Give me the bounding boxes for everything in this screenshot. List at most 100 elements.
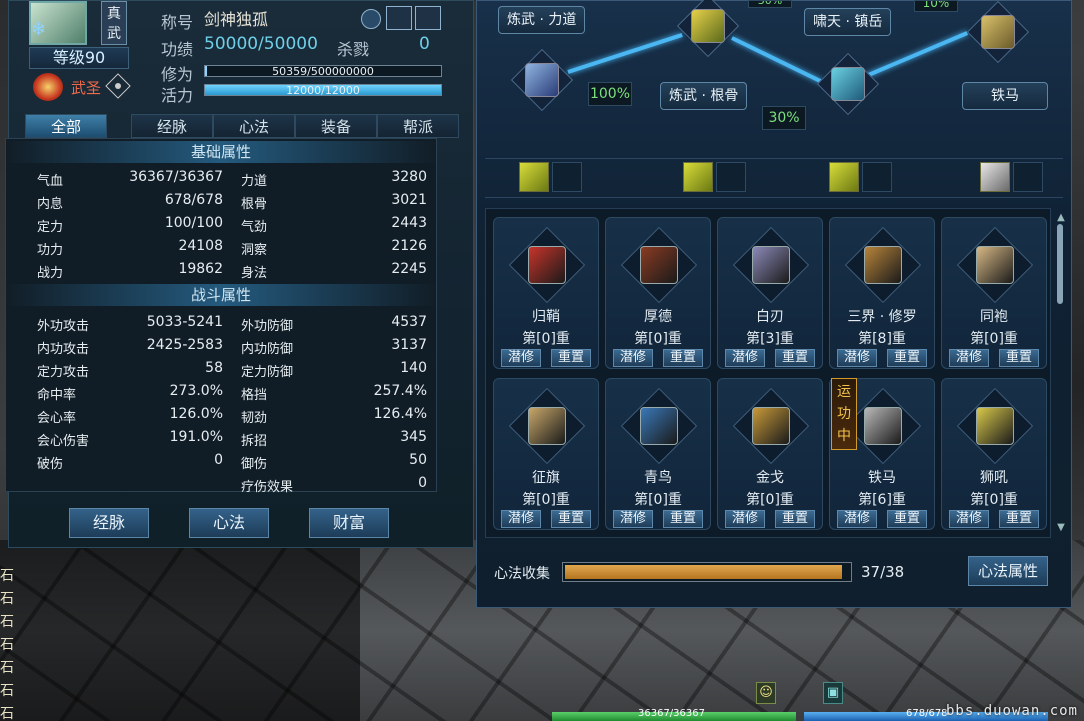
deep-cultivate-button[interactable]: 潜修 — [613, 349, 653, 367]
book-icon — [831, 67, 865, 101]
attr-value: 5033-5241 — [146, 314, 223, 330]
barcode-icon[interactable] — [386, 6, 412, 30]
attr-label: 战力 — [37, 266, 64, 281]
mental-skill-card[interactable]: 金戈 第[0]重 潜修 重置 — [717, 378, 823, 530]
deep-cultivate-button[interactable]: 潜修 — [949, 349, 989, 367]
reset-button[interactable]: 重置 — [663, 510, 703, 528]
wealth-button[interactable]: 财富 — [309, 508, 389, 538]
reset-button[interactable]: 重置 — [999, 510, 1039, 528]
reset-button[interactable]: 重置 — [551, 510, 591, 528]
tab-meridians[interactable]: 经脉 — [131, 114, 213, 138]
reset-button[interactable]: 重置 — [775, 510, 815, 528]
mental-skill-card[interactable]: 青鸟 第[0]重 潜修 重置 — [605, 378, 711, 530]
reset-button[interactable]: 重置 — [887, 349, 927, 367]
side-list-item: 石 — [0, 683, 14, 699]
tab-guild[interactable]: 帮派 — [377, 114, 459, 138]
mental-skill-card[interactable]: 征旗 第[0]重 潜修 重置 — [493, 378, 599, 530]
tab-all[interactable]: 全部 — [25, 114, 107, 138]
reset-button[interactable]: 重置 — [887, 510, 927, 528]
attr-value: 2245 — [391, 261, 427, 277]
kills-label: 杀戮 — [337, 40, 370, 59]
skill-book-icon — [976, 246, 1014, 284]
skill-book-icon — [640, 407, 678, 445]
mental-skill-card[interactable]: 同袍 第[0]重 潜修 重置 — [941, 217, 1047, 369]
cultivation-bar: 50359/500000000 — [204, 65, 442, 78]
skill-slot-icon[interactable] — [980, 162, 1010, 192]
merit-value: 50000/50000 — [204, 34, 318, 54]
deep-cultivate-button[interactable]: 潜修 — [725, 349, 765, 367]
attr-label: 洞察 — [241, 243, 268, 258]
side-list-item: 石 — [0, 591, 14, 607]
side-list-item: 石 — [0, 637, 14, 653]
skill-slot-empty[interactable] — [862, 162, 892, 192]
mental-skill-card[interactable]: 归鞘 第[0]重 潜修 重置 — [493, 217, 599, 369]
book-icon[interactable]: ▣ — [823, 682, 843, 704]
deep-cultivate-button[interactable]: 潜修 — [613, 510, 653, 528]
side-list-item: 石 — [0, 660, 14, 676]
skill-slot-empty[interactable] — [716, 162, 746, 192]
vitality-text: 12000/12000 — [286, 84, 360, 97]
tree-label-zhenyue: 啸天 · 镇岳 — [804, 8, 892, 36]
combat-attrs-header: 战斗属性 — [5, 284, 437, 306]
skill-slot-empty[interactable] — [552, 162, 582, 192]
book-icon — [691, 9, 725, 43]
scroll-up-icon[interactable]: ▲ — [1055, 212, 1067, 223]
skill-slot-icon[interactable] — [519, 162, 549, 192]
skill-slot-icon[interactable] — [683, 162, 713, 192]
deep-cultivate-button[interactable]: 潜修 — [949, 510, 989, 528]
attr-label: 外功攻击 — [37, 319, 90, 334]
attr-label: 气劲 — [241, 220, 268, 235]
skill-name: 铁马 — [868, 470, 896, 486]
attr-value: 19862 — [178, 261, 223, 277]
skill-slot-icon[interactable] — [829, 162, 859, 192]
attr-value: 126.4% — [373, 406, 427, 422]
character-icon[interactable]: ☺ — [756, 682, 776, 704]
deep-cultivate-button[interactable]: 潜修 — [837, 349, 877, 367]
attr-value: 3021 — [391, 192, 427, 208]
attr-value: 0 — [214, 452, 223, 468]
fish-icon[interactable] — [415, 6, 441, 30]
side-list-item: 石 — [0, 568, 14, 584]
rank-icon — [33, 73, 63, 101]
scroll-down-icon[interactable]: ▼ — [1055, 522, 1067, 533]
watermark: bbs.duowan.com — [945, 703, 1078, 719]
eye-icon[interactable] — [105, 73, 131, 99]
attr-label: 命中率 — [37, 388, 77, 403]
mental-skill-card[interactable]: 狮吼 第[0]重 潜修 重置 — [941, 378, 1047, 530]
reset-button[interactable]: 重置 — [775, 349, 815, 367]
attr-value: 2126 — [391, 238, 427, 254]
mental-button[interactable]: 心法 — [189, 508, 269, 538]
tree-label-constitution: 炼武 · 根骨 — [660, 82, 748, 110]
attr-label: 定力防御 — [241, 365, 294, 380]
mental-skill-card[interactable]: 白刃 第[3]重 潜修 重置 — [717, 217, 823, 369]
skill-level: 第[0]重 — [634, 331, 682, 347]
skill-name: 青鸟 — [644, 470, 672, 486]
deep-cultivate-button[interactable]: 潜修 — [725, 510, 765, 528]
skill-slot-empty[interactable] — [1013, 162, 1043, 192]
mental-attributes-button[interactable]: 心法属性 — [968, 556, 1048, 586]
reset-button[interactable]: 重置 — [999, 349, 1039, 367]
mental-skill-card[interactable]: 三界 · 修罗 第[8]重 潜修 重置 — [829, 217, 935, 369]
collection-label: 心法收集 — [494, 566, 550, 582]
attr-label: 会心伤害 — [37, 434, 90, 449]
gem-icon: ❄ — [31, 19, 47, 40]
skill-book-icon — [864, 407, 902, 445]
tab-mental[interactable]: 心法 — [213, 114, 295, 138]
attr-value: 345 — [400, 429, 427, 445]
rank-label: 武圣 — [71, 79, 102, 97]
mental-skill-card[interactable]: 厚德 第[0]重 潜修 重置 — [605, 217, 711, 369]
skill-name: 归鞘 — [532, 309, 560, 325]
deep-cultivate-button[interactable]: 潜修 — [501, 510, 541, 528]
reset-button[interactable]: 重置 — [551, 349, 591, 367]
deep-cultivate-button[interactable]: 潜修 — [501, 349, 541, 367]
vitality-bar: 12000/12000 — [204, 84, 442, 97]
reset-button[interactable]: 重置 — [663, 349, 703, 367]
meridians-button[interactable]: 经脉 — [69, 508, 149, 538]
deep-cultivate-button[interactable]: 潜修 — [837, 510, 877, 528]
scrollbar-thumb[interactable] — [1057, 224, 1063, 304]
tab-equipment[interactable]: 装备 — [295, 114, 377, 138]
skill-name: 征旗 — [532, 470, 560, 486]
edit-icon[interactable] — [361, 9, 381, 29]
attr-value: 3280 — [391, 169, 427, 185]
skill-book-icon — [752, 407, 790, 445]
